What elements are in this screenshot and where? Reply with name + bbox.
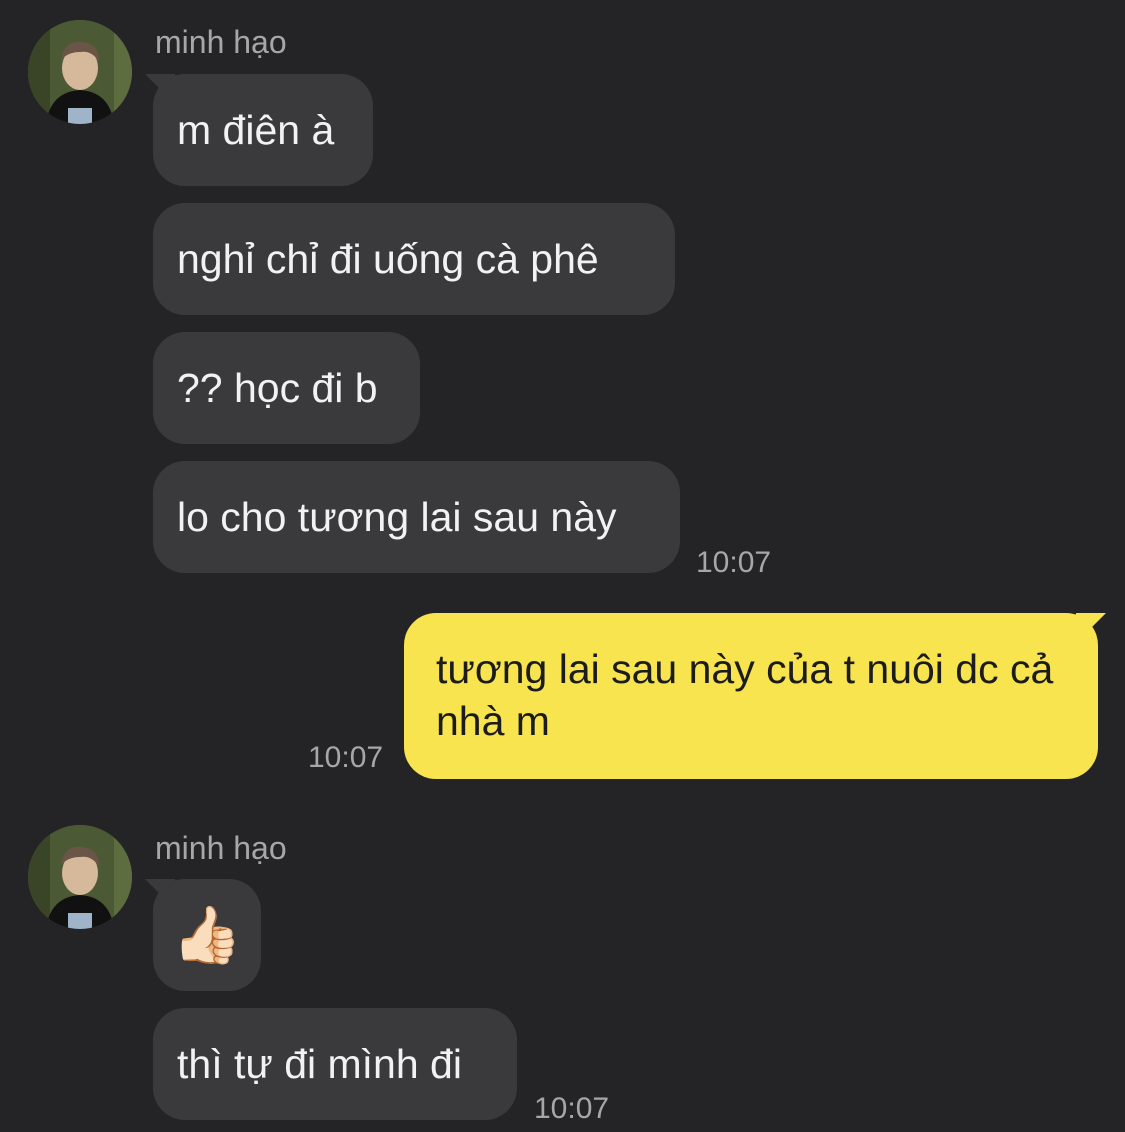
sender-name: minh hạo [155, 830, 287, 866]
avatar[interactable] [28, 825, 132, 929]
message-timestamp: 10:07 [308, 741, 384, 774]
incoming-message[interactable]: thì tự đi mình đi [153, 1008, 517, 1120]
avatar[interactable] [28, 20, 132, 124]
incoming-message[interactable]: 👍🏻 [153, 879, 261, 991]
profile-photo [28, 20, 132, 124]
message-timestamp: 10:07 [696, 546, 772, 579]
message-timestamp: 10:07 [534, 1092, 610, 1125]
incoming-message[interactable]: ?? học đi b [153, 332, 420, 444]
profile-photo [28, 825, 132, 929]
sender-name: minh hạo [155, 24, 287, 60]
incoming-message[interactable]: lo cho tương lai sau này [153, 461, 680, 573]
thumbs-up-icon: 👍🏻 [172, 903, 242, 966]
incoming-message[interactable]: m điên à [153, 74, 373, 186]
incoming-message[interactable]: nghỉ chỉ đi uống cà phê [153, 203, 675, 315]
outgoing-message[interactable]: tương lai sau này của t nuôi dc cả nhà m [404, 613, 1098, 779]
